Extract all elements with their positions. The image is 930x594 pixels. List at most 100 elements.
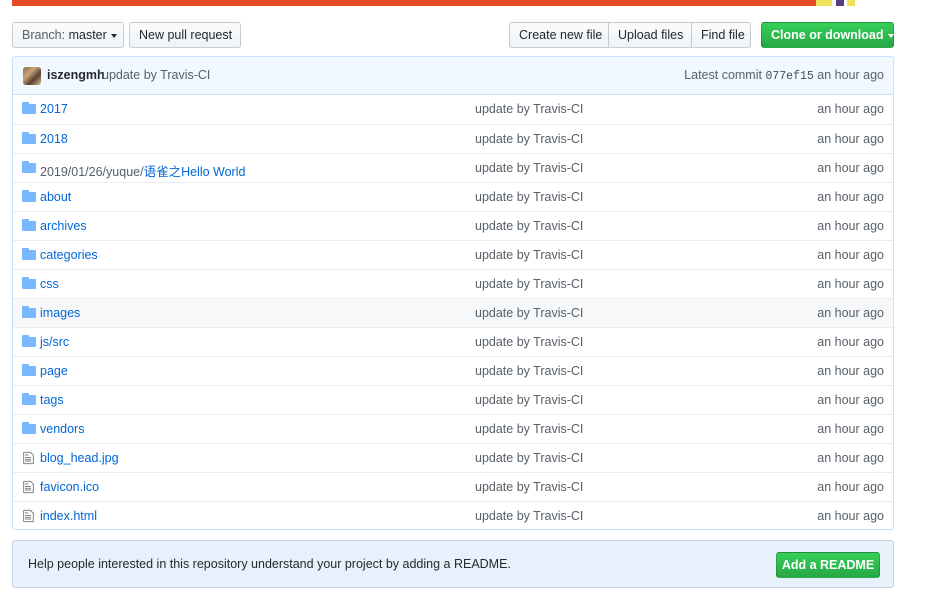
file-name-link[interactable]: archives bbox=[40, 219, 87, 233]
file-name-link[interactable]: index.html bbox=[40, 509, 97, 523]
file-name-link[interactable]: about bbox=[40, 190, 71, 204]
file-toolbar: Branch: master New pull request Create n… bbox=[12, 22, 894, 48]
file-row: favicon.ico update by Travis-CI an hour ag… bbox=[13, 472, 893, 501]
language-bar-segment[interactable] bbox=[816, 0, 833, 6]
file-age: an hour ago bbox=[817, 480, 884, 494]
file-icon bbox=[23, 509, 37, 523]
create-new-file-button[interactable]: Create new file bbox=[509, 22, 609, 48]
file-commit-message[interactable]: update by Travis-CI bbox=[475, 277, 583, 291]
file-row: css update by Travis-CI an hour ago bbox=[13, 269, 893, 298]
file-name-link[interactable]: categories bbox=[40, 248, 98, 262]
language-bar-segment[interactable] bbox=[12, 0, 817, 6]
file-name-text: favicon.ico bbox=[40, 480, 100, 494]
caret-down-icon bbox=[110, 33, 117, 38]
file-name-link[interactable]: vendors bbox=[40, 422, 84, 436]
file-commit-message[interactable]: update by Travis-CI bbox=[475, 132, 583, 146]
file-row: images update by Travis-CI an hour ago bbox=[13, 298, 893, 327]
file-row: 2018 update by Travis-CI an hour ago bbox=[13, 124, 893, 153]
file-name-text: images bbox=[40, 306, 81, 320]
file-commit-message[interactable]: update by Travis-CI bbox=[475, 248, 583, 262]
latest-commit-info: Latest commit 077ef15 an hour ago bbox=[684, 68, 884, 83]
file-name-link[interactable]: favicon.ico bbox=[40, 480, 99, 494]
file-commit-message[interactable]: update by Travis-CI bbox=[475, 364, 583, 378]
file-name-link[interactable]: blog_head.jpg bbox=[40, 451, 119, 465]
file-commit-message[interactable]: update by Travis-CI bbox=[475, 161, 583, 175]
file-name-text: 2017 bbox=[40, 102, 68, 116]
file-list: 2017 update by Travis-CI an hour ago 2018 up… bbox=[13, 95, 893, 529]
file-name-link[interactable]: css bbox=[40, 277, 59, 291]
branch-label: Branch: bbox=[22, 28, 66, 42]
file-commit-message[interactable]: update by Travis-CI bbox=[475, 306, 583, 320]
readme-prompt: Help people interested in this repositor… bbox=[12, 540, 894, 588]
file-row: archives update by Travis-CI an hour ago bbox=[13, 211, 893, 240]
file-name-link[interactable]: 2017 bbox=[40, 102, 68, 116]
file-commit-message[interactable]: update by Travis-CI bbox=[475, 422, 583, 436]
file-name-text: tags bbox=[40, 393, 64, 407]
folder-icon bbox=[22, 248, 36, 262]
file-name-link[interactable]: images bbox=[40, 306, 80, 320]
file-icon bbox=[23, 480, 37, 494]
folder-icon bbox=[22, 190, 36, 204]
file-age: an hour ago bbox=[817, 335, 884, 349]
language-bar-segment[interactable] bbox=[847, 0, 856, 6]
folder-icon bbox=[22, 161, 36, 175]
file-commit-message[interactable]: update by Travis-CI bbox=[475, 509, 583, 523]
file-row: index.html update by Travis-CI an hour ago bbox=[13, 501, 893, 529]
file-age: an hour ago bbox=[817, 364, 884, 378]
file-age: an hour ago bbox=[817, 102, 884, 116]
folder-icon bbox=[22, 132, 36, 146]
file-commit-message[interactable]: update by Travis-CI bbox=[475, 190, 583, 204]
file-name-text: blog_head.jpg bbox=[40, 451, 119, 465]
file-name-text: 语雀之Hello World bbox=[143, 165, 246, 179]
file-name-link[interactable]: page bbox=[40, 364, 68, 378]
file-name-link[interactable]: tags bbox=[40, 393, 64, 407]
file-commit-message[interactable]: update by Travis-CI bbox=[475, 480, 583, 494]
branch-name: master bbox=[68, 28, 107, 42]
file-row: 2017 update by Travis-CI an hour ago bbox=[13, 95, 893, 124]
latest-commit-label: Latest commit bbox=[684, 68, 762, 82]
file-name-text: page bbox=[40, 364, 68, 378]
file-age: an hour ago bbox=[817, 393, 884, 407]
file-icon bbox=[23, 451, 37, 465]
file-name-text: 2018 bbox=[40, 132, 68, 146]
file-name-text: vendors bbox=[40, 422, 85, 436]
branch-select-button[interactable]: Branch: master bbox=[12, 22, 124, 48]
author-avatar[interactable] bbox=[23, 67, 41, 85]
file-commit-message[interactable]: update by Travis-CI bbox=[475, 219, 583, 233]
file-age: an hour ago bbox=[817, 277, 884, 291]
commit-time: an hour ago bbox=[817, 68, 884, 82]
commit-author-link[interactable]: iszengmh bbox=[47, 68, 105, 82]
new-pull-request-button[interactable]: New pull request bbox=[129, 22, 241, 48]
clone-or-download-button[interactable]: Clone or download bbox=[761, 22, 894, 48]
file-age: an hour ago bbox=[817, 422, 884, 436]
file-age: an hour ago bbox=[817, 219, 884, 233]
file-commit-message[interactable]: update by Travis-CI bbox=[475, 102, 583, 116]
file-row: 2019/01/26/yuque/语雀之Hello World update by… bbox=[13, 153, 893, 182]
file-name-text: categories bbox=[40, 248, 98, 262]
file-name-link[interactable]: 2018 bbox=[40, 132, 68, 146]
folder-icon bbox=[22, 102, 36, 116]
folder-icon bbox=[22, 422, 36, 436]
file-name-text: index.html bbox=[40, 509, 97, 523]
add-readme-button[interactable]: Add a README bbox=[776, 552, 880, 578]
file-name-link[interactable]: js/src bbox=[40, 335, 69, 349]
file-age: an hour ago bbox=[817, 161, 884, 175]
file-navigation: iszengmh update by Travis-CI Latest comm… bbox=[12, 56, 894, 530]
find-file-button[interactable]: Find file bbox=[691, 22, 751, 48]
file-age: an hour ago bbox=[817, 248, 884, 262]
commit-sha-link[interactable]: 077ef15 bbox=[765, 70, 813, 83]
file-age: an hour ago bbox=[817, 306, 884, 320]
file-commit-message[interactable]: update by Travis-CI bbox=[475, 393, 583, 407]
file-commit-message[interactable]: update by Travis-CI bbox=[475, 451, 583, 465]
folder-icon bbox=[22, 393, 36, 407]
upload-files-button[interactable]: Upload files bbox=[608, 22, 692, 48]
caret-down-icon bbox=[887, 33, 894, 38]
clone-label: Clone or download bbox=[771, 28, 884, 42]
file-age: an hour ago bbox=[817, 509, 884, 523]
file-name-link[interactable]: 2019/01/26/yuque/语雀之Hello World bbox=[40, 161, 245, 180]
file-name-text: css bbox=[40, 277, 59, 291]
commit-message[interactable]: update by Travis-CI bbox=[102, 68, 210, 82]
language-bar-segment[interactable] bbox=[835, 0, 844, 6]
file-commit-message[interactable]: update by Travis-CI bbox=[475, 335, 583, 349]
file-name-prefix: 2019/01/26/yuque/ bbox=[40, 165, 144, 179]
